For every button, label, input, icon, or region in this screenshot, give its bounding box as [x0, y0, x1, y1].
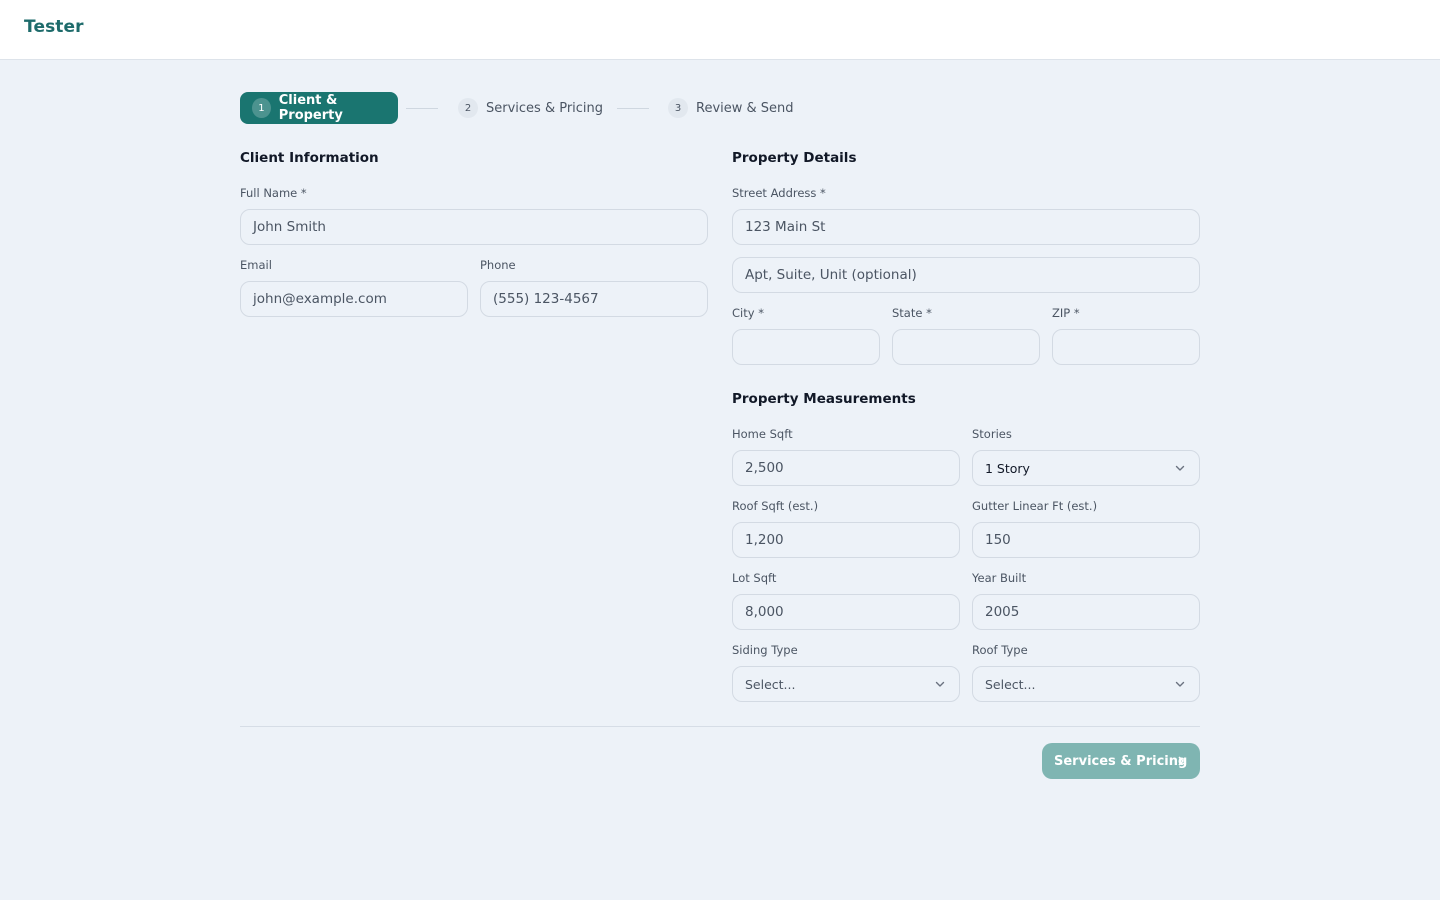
roof-sqft-label: Roof Sqft (est.) [732, 499, 819, 513]
home-sqft-input[interactable]: 2,500 [732, 450, 960, 486]
siding-type-label: Siding Type [732, 643, 798, 657]
full-name-input[interactable]: John Smith [240, 209, 708, 245]
lot-sqft-label: Lot Sqft [732, 571, 777, 585]
step-number: 1 [252, 98, 271, 118]
roof-sqft-input[interactable]: 1,200 [732, 522, 960, 558]
step-number: 2 [458, 98, 478, 118]
chevron-down-icon [1173, 677, 1187, 691]
step-label: Client & Property [278, 93, 343, 123]
year-built-label: Year Built [972, 571, 1027, 585]
phone-input[interactable]: (555) 123-4567 [480, 281, 708, 317]
property-measurements-title: Property Measurements [732, 391, 916, 407]
street-address-label: Street Address * [732, 186, 826, 200]
apt-suite-input[interactable]: Apt, Suite, Unit (optional) [732, 257, 1200, 293]
state-input[interactable] [892, 329, 1040, 365]
roof-type-value: Select... [985, 676, 1036, 692]
roof-type-label: Roof Type [972, 643, 1028, 657]
app-brand[interactable]: Tester [24, 17, 84, 37]
property-details-title: Property Details [732, 150, 857, 166]
city-input[interactable] [732, 329, 880, 365]
chevron-down-icon [933, 677, 947, 691]
siding-type-value: Select... [745, 676, 796, 692]
stories-label: Stories [972, 427, 1012, 441]
next-button-label: Services & Pricing [1054, 753, 1188, 769]
chevron-right-icon [1174, 754, 1188, 768]
step-label: Review & Send [696, 100, 794, 116]
footer-divider [240, 726, 1200, 727]
email-input[interactable]: john@example.com [240, 281, 468, 317]
full-name-label: Full Name * [240, 186, 307, 200]
step-services-pricing[interactable]: 2 Services & Pricing [458, 92, 603, 124]
city-label: City * [732, 306, 764, 320]
step-connector [406, 108, 438, 109]
step-review-send[interactable]: 3 Review & Send [668, 92, 794, 124]
step-connector [617, 108, 649, 109]
chevron-down-icon [1173, 461, 1187, 475]
stepper: 1 Client & Property 2 Services & Pricing… [240, 92, 940, 124]
client-info-title: Client Information [240, 150, 379, 166]
zip-label: ZIP * [1052, 306, 1080, 320]
roof-type-select[interactable]: Select... [972, 666, 1200, 702]
gutter-linear-ft-label: Gutter Linear Ft (est.) [972, 499, 1098, 513]
top-bar: Tester [0, 0, 1440, 60]
year-built-input[interactable]: 2005 [972, 594, 1200, 630]
zip-input[interactable] [1052, 329, 1200, 365]
state-label: State * [892, 306, 932, 320]
stories-select[interactable]: 1 Story [972, 450, 1200, 486]
next-services-pricing-button[interactable]: Services & Pricing [1042, 743, 1200, 779]
step-label: Services & Pricing [486, 100, 604, 116]
step-number: 3 [668, 98, 688, 118]
phone-label: Phone [480, 258, 516, 272]
step-client-property[interactable]: 1 Client & Property [240, 92, 398, 124]
siding-type-select[interactable]: Select... [732, 666, 960, 702]
lot-sqft-input[interactable]: 8,000 [732, 594, 960, 630]
gutter-linear-ft-input[interactable]: 150 [972, 522, 1200, 558]
home-sqft-label: Home Sqft [732, 427, 793, 441]
email-label: Email [240, 258, 272, 272]
street-address-input[interactable]: 123 Main St [732, 209, 1200, 245]
stories-value: 1 Story [985, 460, 1030, 476]
